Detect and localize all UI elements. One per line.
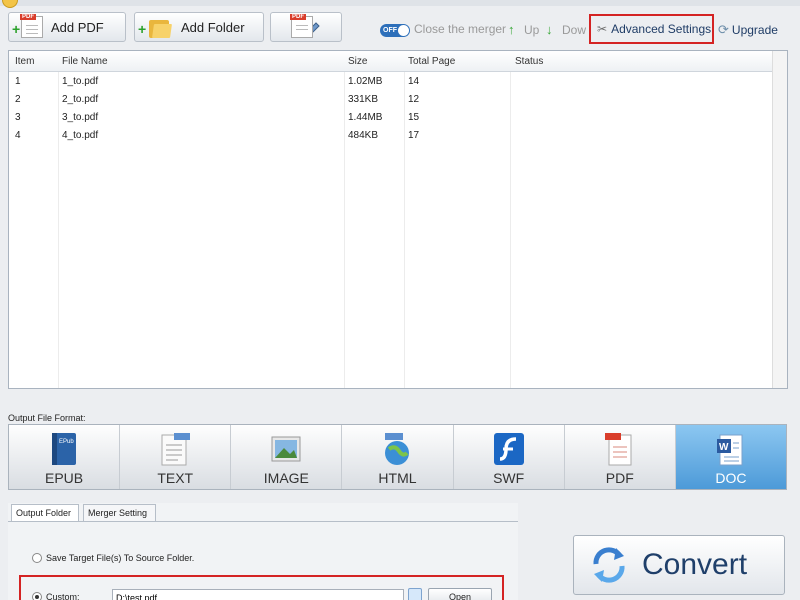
open-button[interactable]: Open bbox=[428, 588, 492, 600]
folder-icon bbox=[149, 16, 173, 38]
row-pages: 15 bbox=[408, 112, 420, 123]
col-item[interactable]: Item bbox=[15, 56, 34, 67]
row-item: 3 bbox=[15, 112, 21, 123]
row-file: 3_to.pdf bbox=[62, 112, 99, 123]
format-pdf[interactable]: PDF bbox=[564, 425, 676, 489]
format-doc-label: DOC bbox=[715, 470, 747, 486]
plus-icon: + bbox=[138, 21, 147, 37]
add-pdf-label: Add PDF bbox=[51, 19, 104, 35]
output-format-label: Output File Format: bbox=[8, 413, 86, 423]
tab-merger-setting[interactable]: Merger Setting bbox=[83, 504, 156, 522]
format-pdf-label: PDF bbox=[605, 470, 634, 486]
svg-text:EPub: EPub bbox=[59, 439, 74, 445]
upgrade-icon: ⟳ bbox=[718, 22, 729, 37]
row-pages: 12 bbox=[408, 94, 420, 105]
toggle-label: OFF bbox=[383, 27, 397, 34]
browse-folder-button[interactable] bbox=[408, 588, 422, 600]
col-size[interactable]: Size bbox=[348, 56, 367, 67]
custom-path-radio[interactable] bbox=[32, 592, 42, 600]
tab-divider bbox=[8, 521, 518, 522]
format-text[interactable]: TEXT bbox=[120, 425, 232, 489]
row-item: 4 bbox=[15, 130, 21, 141]
edit-pdf-button[interactable]: PDF bbox=[270, 12, 342, 42]
row-item: 1 bbox=[15, 76, 21, 87]
row-file: 2_to.pdf bbox=[62, 94, 99, 105]
format-epub-label: EPUB bbox=[45, 470, 84, 486]
row-pages: 14 bbox=[408, 76, 420, 87]
format-text-label: TEXT bbox=[157, 470, 194, 486]
format-doc[interactable]: W DOC bbox=[675, 425, 786, 489]
format-html[interactable]: HTML bbox=[342, 425, 454, 489]
close-merger-label[interactable]: Close the merger bbox=[414, 22, 506, 36]
table-scrollbar[interactable] bbox=[772, 51, 787, 388]
table-header: Item File Name Size Total Page Status bbox=[9, 51, 773, 72]
row-size: 484KB bbox=[348, 130, 379, 141]
tab-output-folder[interactable]: Output Folder bbox=[11, 504, 79, 522]
add-folder-label: Add Folder bbox=[181, 19, 245, 35]
format-image-label: IMAGE bbox=[263, 470, 309, 486]
convert-label: Convert bbox=[642, 548, 748, 581]
merger-toggle[interactable]: OFF bbox=[380, 24, 410, 37]
upgrade-button[interactable]: ⟳ Upgrade bbox=[718, 22, 778, 38]
pdf-tag-label: PDF bbox=[20, 14, 36, 20]
row-item: 2 bbox=[15, 94, 21, 105]
pdf-file-icon bbox=[604, 433, 632, 466]
row-size: 1.02MB bbox=[348, 76, 383, 87]
row-file: 1_to.pdf bbox=[62, 76, 99, 87]
custom-label: Custom: bbox=[46, 592, 80, 600]
pdf-edit-icon: PDF bbox=[290, 14, 313, 38]
html-globe-icon bbox=[385, 433, 410, 465]
format-selector: EPub EPUB TEXT IMAGE HTML SWF PDF W DOC bbox=[8, 424, 787, 490]
row-size: 331KB bbox=[348, 94, 379, 105]
down-button[interactable]: Dow bbox=[562, 23, 586, 37]
flash-icon bbox=[493, 433, 524, 465]
advanced-settings-label: Advanced Settings bbox=[611, 22, 712, 36]
down-arrow-icon[interactable]: ↓ bbox=[546, 22, 553, 37]
advanced-settings-button[interactable]: ✂ Advanced Settings bbox=[589, 14, 714, 44]
format-swf-label: SWF bbox=[493, 470, 525, 486]
upgrade-label: Upgrade bbox=[731, 23, 778, 37]
up-button[interactable]: Up bbox=[524, 23, 539, 37]
up-arrow-icon[interactable]: ↑ bbox=[508, 22, 515, 37]
col-total-page[interactable]: Total Page bbox=[408, 56, 455, 67]
svg-text:W: W bbox=[719, 442, 729, 453]
app-icon bbox=[2, 0, 18, 8]
add-folder-button[interactable]: + Add Folder bbox=[134, 12, 264, 42]
format-epub[interactable]: EPub EPUB bbox=[9, 425, 121, 489]
row-file: 4_to.pdf bbox=[62, 130, 99, 141]
table-row[interactable]: 3 3_to.pdf 1.44MB 15 bbox=[9, 109, 773, 127]
save-to-source-radio[interactable] bbox=[32, 553, 42, 563]
pdf-tag-label: PDF bbox=[290, 14, 306, 20]
format-html-label: HTML bbox=[378, 470, 417, 486]
save-to-source-label: Save Target File(s) To Source Folder. bbox=[46, 553, 195, 563]
row-pages: 17 bbox=[408, 130, 420, 141]
row-size: 1.44MB bbox=[348, 112, 383, 123]
table-row[interactable]: 4 4_to.pdf 484KB 17 bbox=[9, 127, 773, 145]
image-icon bbox=[271, 436, 301, 462]
title-bar-strip bbox=[0, 0, 800, 6]
plus-icon: + bbox=[12, 21, 21, 37]
word-doc-icon: W bbox=[716, 434, 743, 466]
format-swf[interactable]: SWF bbox=[453, 425, 565, 489]
custom-path-input[interactable] bbox=[112, 589, 404, 600]
table-row[interactable]: 1 1_to.pdf 1.02MB 14 bbox=[9, 73, 773, 91]
col-status[interactable]: Status bbox=[515, 56, 543, 67]
convert-arrows-icon bbox=[593, 547, 625, 583]
col-file-name[interactable]: File Name bbox=[62, 56, 108, 67]
toggle-knob bbox=[398, 25, 409, 36]
file-table[interactable]: Item File Name Size Total Page Status 1 … bbox=[8, 50, 788, 389]
text-file-icon bbox=[161, 433, 191, 466]
epub-icon: EPub bbox=[52, 433, 77, 465]
tools-icon: ✂ bbox=[597, 22, 608, 36]
pdf-document-icon: PDF bbox=[20, 14, 43, 38]
add-pdf-button[interactable]: + PDF Add PDF bbox=[8, 12, 126, 42]
format-image[interactable]: IMAGE bbox=[231, 425, 343, 489]
table-row[interactable]: 2 2_to.pdf 331KB 12 bbox=[9, 91, 773, 109]
convert-button[interactable]: Convert bbox=[573, 535, 785, 595]
